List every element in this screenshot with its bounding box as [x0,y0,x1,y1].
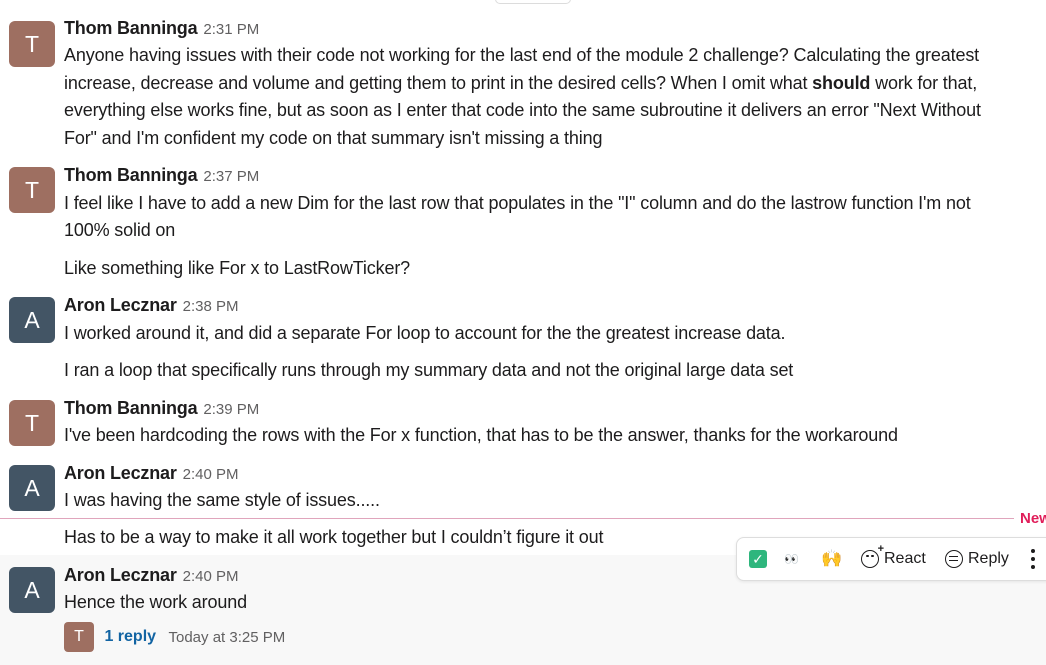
author-name[interactable]: Thom Banninga [64,165,198,185]
author-name[interactable]: Aron Lecznar [64,295,177,315]
react-label: React [884,550,926,567]
message-text: 100% solid on [64,220,176,240]
message-text-segment: increase, decrease and volume and gettin… [64,73,813,93]
reply-count-link[interactable]: 1 reply [104,628,156,645]
avatar[interactable]: A [9,567,55,613]
thread-reply-avatar[interactable]: T [64,622,94,652]
message-text: I feel like I have to add a new Dim for … [64,193,971,213]
timestamp[interactable]: 2:40 PM [183,568,239,585]
thread-replies[interactable]: T 1 reply Today at 3:25 PM [64,622,285,652]
message-header: Aron Lecznar 2:40 PM [64,565,239,586]
message-text-bold: should [812,73,871,93]
add-reaction-icon: + [861,543,884,568]
message-text-segment: work for that, [870,73,978,93]
avatar[interactable]: A [9,297,55,343]
message-header: Aron Lecznar 2:40 PM [64,463,239,484]
message-header: Aron Lecznar 2:38 PM [64,295,239,316]
message-text: Like something like For x to LastRowTick… [64,258,411,278]
message-text: I was having the same style of issues...… [64,490,380,510]
message-text: I've been hardcoding the rows with the F… [64,425,898,445]
message-text: everything else works fine, but as soon … [64,100,981,120]
reply-label: Reply [968,550,1009,567]
author-name[interactable]: Aron Lecznar [64,463,177,483]
raised-hands-icon: 🙌 [821,549,843,568]
message-text: For" and I'm confident my code on that s… [64,128,603,148]
message-text: Anyone having issues with their code not… [64,45,980,65]
reply-bubble-icon [945,549,963,568]
avatar[interactable]: T [9,167,55,213]
author-name[interactable]: Aron Lecznar [64,565,177,585]
timestamp[interactable]: 2:38 PM [183,298,239,315]
avatar[interactable]: A [9,465,55,511]
avatar[interactable]: T [9,400,55,446]
message-text: Hence the work around [64,592,247,612]
author-name[interactable]: Thom Banninga [64,18,198,38]
new-messages-label: New [1020,510,1046,527]
message-text: Has to be a way to make it all work toge… [64,527,604,547]
timestamp[interactable]: 2:37 PM [203,168,259,185]
message-header: Thom Banninga 2:39 PM [64,398,259,419]
scroll-indicator [495,0,571,4]
message-actions-toolbar: ✓ 👀 🙌 + React Reply [736,537,1046,581]
reply-in-thread-button[interactable]: Reply [945,538,1009,580]
timestamp[interactable]: 2:31 PM [203,21,259,38]
avatar[interactable]: T [9,21,55,67]
timestamp[interactable]: 2:40 PM [183,466,239,483]
add-reaction-button[interactable]: + React [861,538,926,580]
timestamp[interactable]: 2:39 PM [203,401,259,418]
react-eyes-button[interactable]: 👀 [784,538,799,580]
last-reply-time: Today at 3:25 PM [168,628,286,646]
react-raised-hands-button[interactable]: 🙌 [821,538,842,580]
more-actions-icon[interactable] [1031,549,1035,569]
message-text: increase, decrease and volume and gettin… [64,73,977,94]
eyes-icon: 👀 [784,552,799,566]
message-text: I ran a loop that specifically runs thro… [64,360,794,380]
message-text: I worked around it, and did a separate F… [64,323,786,343]
checkmark-icon: ✓ [749,549,767,568]
react-checkmark-button[interactable]: ✓ [749,538,767,580]
message-header: Thom Banninga 2:37 PM [64,165,259,186]
new-messages-divider [0,518,1014,519]
message-header: Thom Banninga 2:31 PM [64,18,259,39]
author-name[interactable]: Thom Banninga [64,398,198,418]
